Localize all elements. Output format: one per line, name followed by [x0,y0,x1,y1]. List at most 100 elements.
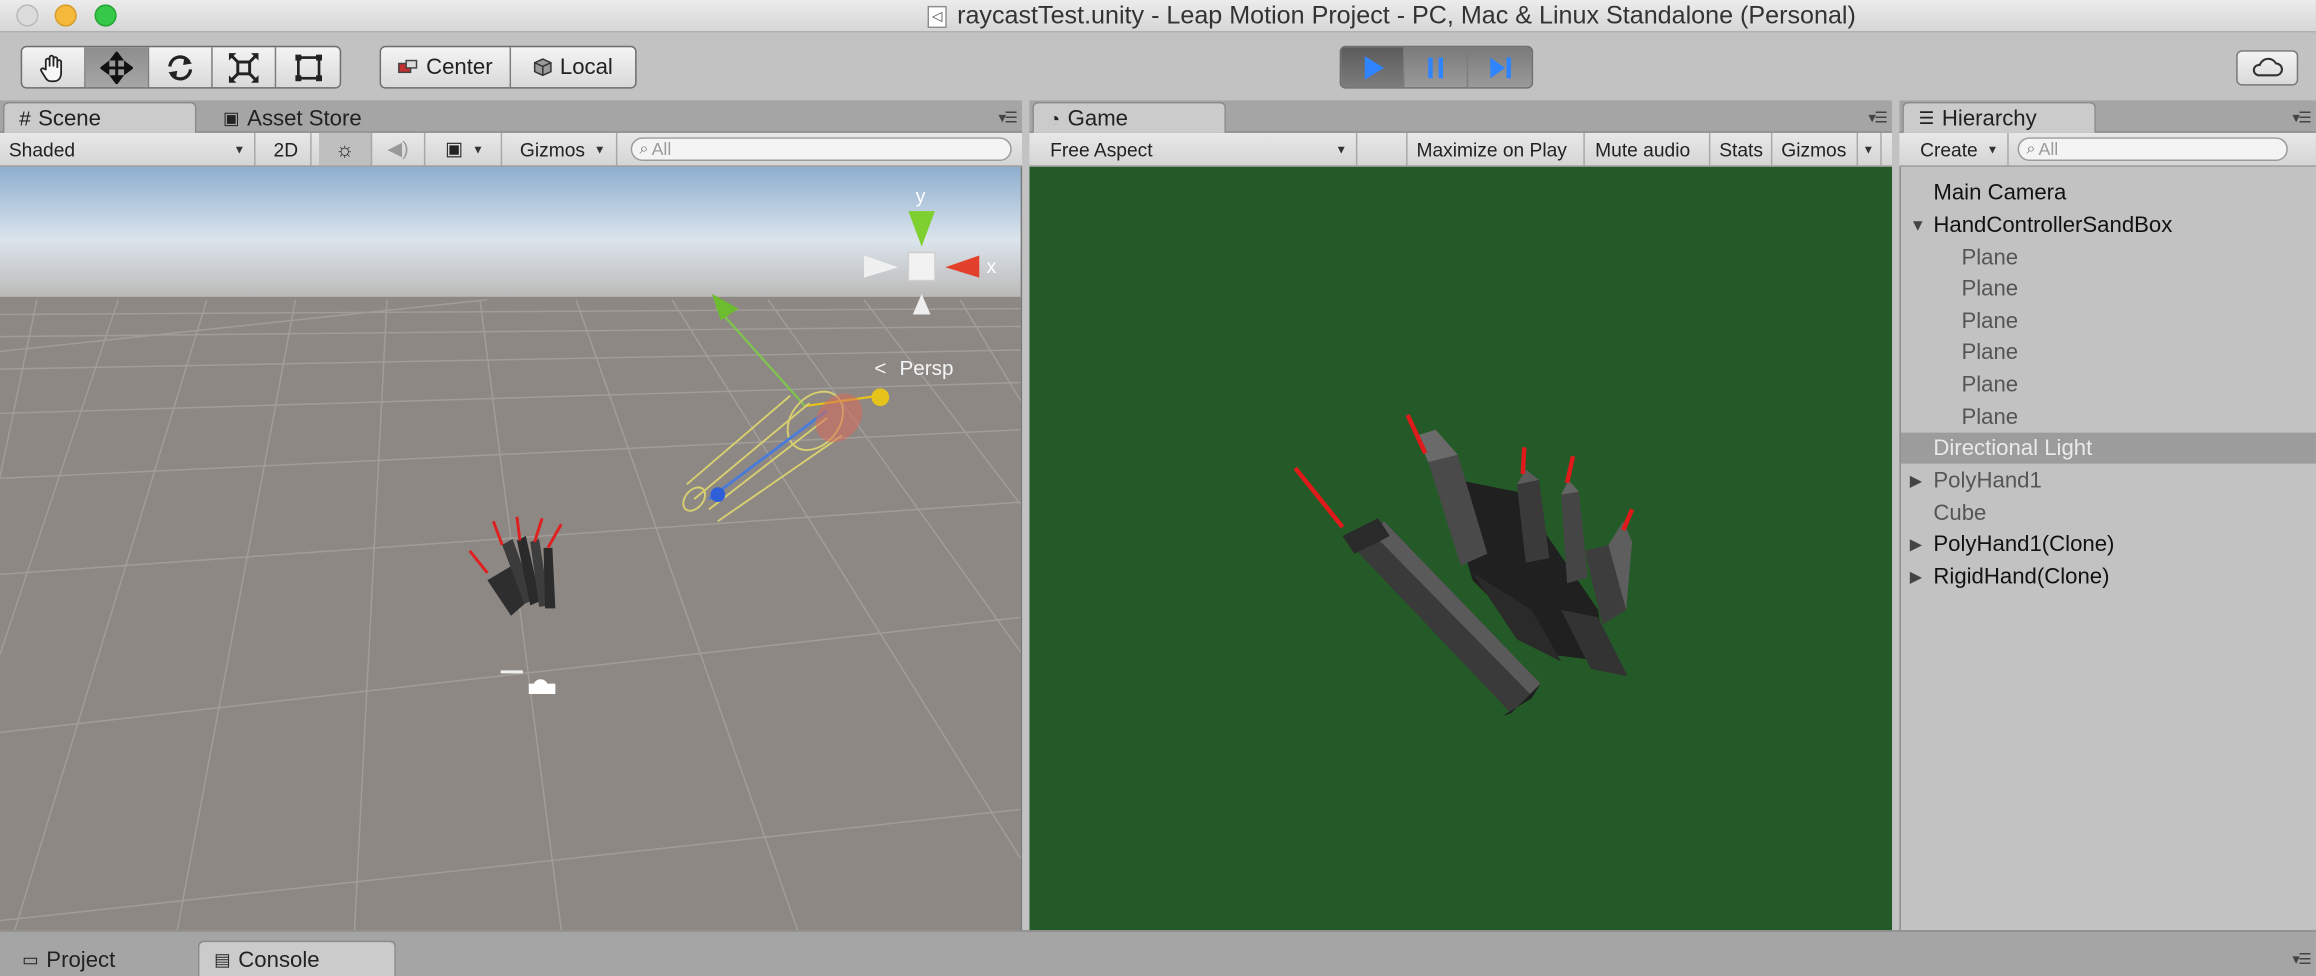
game-render [1293,413,1635,717]
pivot-local-button[interactable]: Local [511,47,635,87]
maximize-window-button[interactable] [94,4,117,27]
move-icon [100,50,133,84]
hierarchy-item[interactable]: ▶ RigidHand(Clone) [1901,561,2316,592]
rect-tool-button[interactable] [276,47,340,87]
scene-tab-strip: # Scene ▣ Asset Store ▾☰ [0,100,1023,133]
create-dropdown[interactable]: Create ▼ [1911,132,2009,166]
scene-panel: # Scene ▣ Asset Store ▾☰ Shaded ▼ 2D ☼ ◀… [0,100,1023,931]
shading-mode-dropdown[interactable]: Shaded ▼ [0,132,256,166]
tab-asset-store[interactable]: ▣ Asset Store [207,102,378,133]
rect-icon [294,53,322,81]
scene-search-input[interactable]: ⌕ All [630,137,1012,161]
hierarchy-search-input[interactable]: ⌕ All [2017,137,2288,161]
hierarchy-item[interactable]: ▶ PolyHand1 [1901,465,2316,496]
panel-menu-icon[interactable]: ▾☰ [1868,111,1887,127]
tab-game[interactable]: ◔ Game [1032,101,1226,133]
tab-hierarchy-label: Hierarchy [1941,105,2037,131]
svg-text:<: < [874,357,886,380]
game-gizmos-dropdown[interactable]: ▼ [1858,132,1882,166]
hierarchy-item[interactable]: ▶ PolyHand1(Clone) [1901,529,2316,560]
unity-document-icon: ◁ [927,5,947,28]
pivot-center-button[interactable]: Center [381,47,512,88]
pivot-icon [398,59,418,73]
hierarchy-item-label: PolyHand1 [1933,468,2042,494]
bottom-tab-strip: ▭ Project ▤ Console ▾☰ [0,930,2316,976]
sky [0,166,1021,300]
rotate-tool-button[interactable] [149,47,213,88]
cube-icon [534,58,552,77]
pause-button[interactable] [1405,47,1469,88]
tab-game-label: Game [1067,105,1129,131]
scene-gizmos-label: Gizmos [519,138,585,161]
tab-console[interactable]: ▤ Console [197,940,396,976]
collapsed-triangle-icon[interactable]: ▶ [1910,471,1923,491]
pivot-local-label: Local [559,54,613,80]
scene-gizmos-dropdown[interactable]: Gizmos ▼ [511,132,618,166]
hierarchy-item[interactable]: Cube [1901,498,2316,529]
aspect-dropdown[interactable]: Free Aspect ▼ [1041,132,1358,166]
panel-menu-icon[interactable]: ▾☰ [2292,952,2311,968]
effects-dropdown[interactable]: ▣ ▼ [428,132,503,166]
hand-tool-button[interactable] [22,47,86,88]
hierarchy-item[interactable]: Plane [1901,337,2316,368]
collapsed-triangle-icon[interactable]: ▶ [1910,567,1923,586]
scene-toolbar: Shaded ▼ 2D ☼ ◀) ▣ ▼ Gizmos ▼ ⌕ All [0,132,1023,167]
game-panel: ◔ Game ▾☰ Free Aspect ▼ Maximize on Play… [1029,100,1893,931]
minimize-window-button[interactable] [54,4,77,27]
hierarchy-item[interactable]: Plane [1901,306,2316,337]
game-gizmos-toggle[interactable]: Gizmos [1772,132,1859,166]
hierarchy-item-label: Plane [1961,245,2019,271]
panel-menu-icon[interactable]: ▾☰ [998,111,1017,127]
stats-label: Stats [1719,138,1763,161]
game-viewport[interactable] [1029,166,1893,931]
tab-project[interactable]: ▭ Project [6,941,132,976]
hand-icon [40,54,63,82]
hierarchy-item[interactable]: ▼ HandControllerSandBox [1901,210,2316,241]
console-icon: ▤ [214,949,231,971]
lighting-toggle[interactable]: ☼ [319,132,373,166]
title-bar: ◁ raycastTest.unity - Leap Motion Projec… [0,0,2316,33]
hierarchy-item[interactable]: Plane [1901,402,2316,433]
hierarchy-tab-strip: ☰ Hierarchy ▾☰ [1899,100,2316,133]
hierarchy-item[interactable]: Main Camera [1901,177,2316,208]
scene-search-placeholder: All [651,138,672,160]
pacman-icon: ◔ [1048,107,1061,130]
hierarchy-item-label: Plane [1961,339,2019,365]
scene-viewport[interactable]: y x < Persp [0,166,1023,931]
transform-tools [20,45,342,89]
aspect-value: Free Aspect [1050,138,1153,161]
hierarchy-item-selected[interactable]: Directional Light [1900,432,2316,464]
collapsed-triangle-icon[interactable]: ▶ [1910,535,1923,554]
tab-project-label: Project [46,947,116,973]
shading-mode-value: Shaded [8,138,76,161]
panel-menu-icon[interactable]: ▾☰ [2292,111,2311,127]
hierarchy-item[interactable]: Plane [1901,369,2316,400]
hierarchy-item-label: Plane [1961,372,2019,398]
close-window-button[interactable] [16,4,39,27]
pivot-controls: Center Local [379,45,637,89]
tab-hierarchy[interactable]: ☰ Hierarchy [1902,101,2096,133]
2d-toggle[interactable]: 2D [261,132,312,166]
mute-audio-toggle[interactable]: Mute audio [1586,132,1711,166]
move-tool-button[interactable] [85,47,150,88]
hierarchy-item-label: Directional Light [1933,435,2093,461]
stats-toggle[interactable]: Stats [1710,132,1773,166]
cloud-button[interactable] [2236,50,2299,86]
search-icon: ⌕ [2026,139,2036,158]
tab-scene[interactable]: # Scene [2,101,197,133]
tab-console-label: Console [238,947,320,973]
chevron-down-icon: ▼ [593,142,606,156]
list-icon: ☰ [1918,107,1935,129]
sun-icon: ☼ [335,137,355,161]
play-controls [1339,45,1534,89]
hierarchy-item[interactable]: Plane [1901,273,2316,304]
expanded-triangle-icon[interactable]: ▼ [1910,216,1926,234]
chevron-down-icon: ▼ [472,142,484,156]
play-button[interactable] [1341,47,1405,88]
scale-tool-button[interactable] [213,47,277,88]
step-button[interactable] [1468,47,1532,87]
maximize-on-play-toggle[interactable]: Maximize on Play [1408,132,1585,166]
hierarchy-item[interactable]: Plane [1901,242,2316,273]
audio-toggle[interactable]: ◀) [372,132,426,166]
chevron-down-icon: ▼ [233,142,246,156]
